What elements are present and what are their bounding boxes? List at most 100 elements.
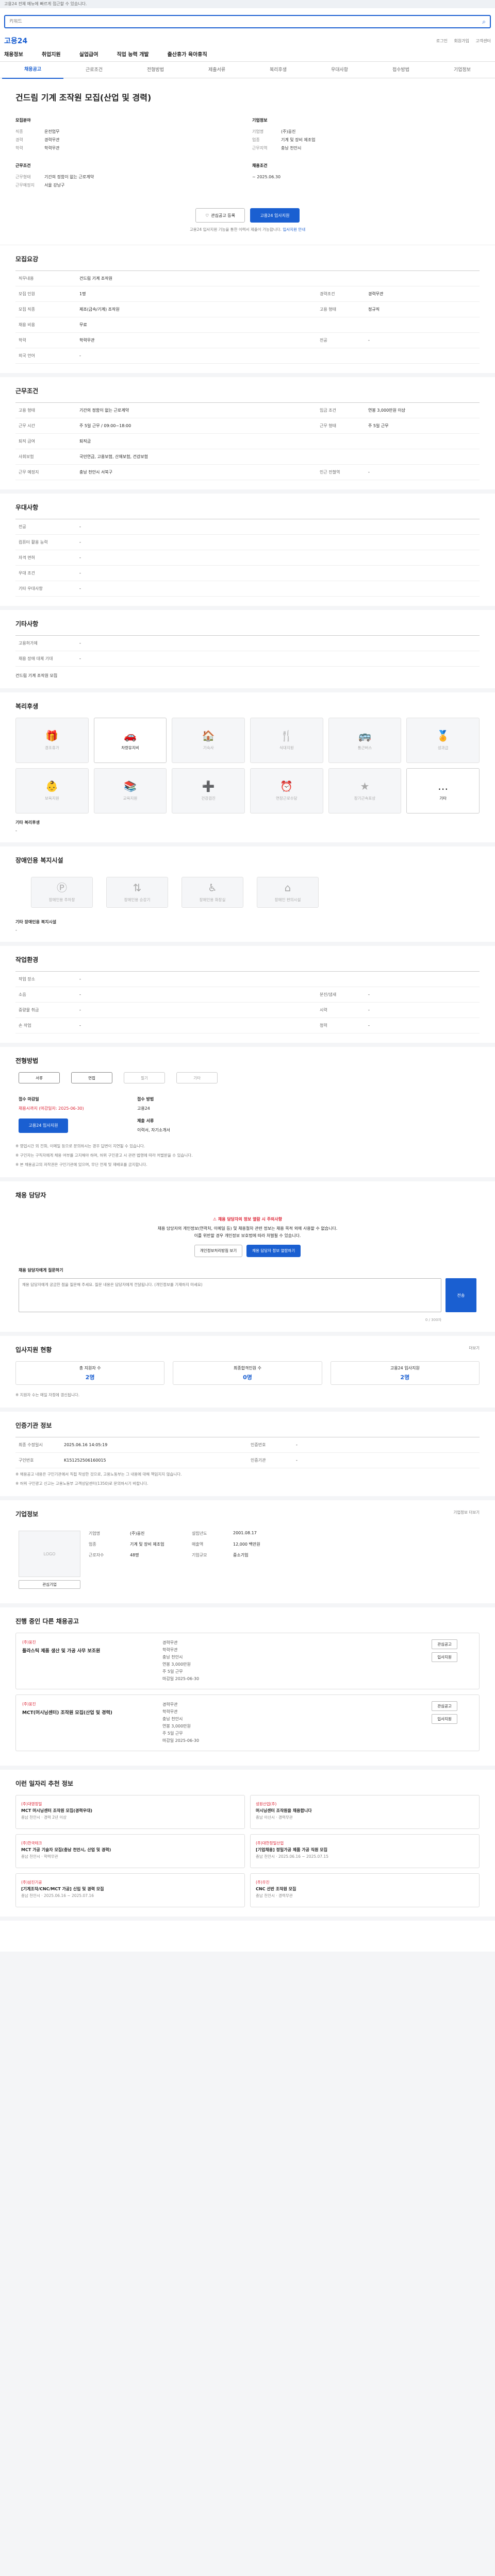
job-scrap-button[interactable]: 관심공고 bbox=[432, 1639, 457, 1649]
posting-summary: 모집분야 직종 운전업무 경력 경력무관 학력 학력무관 기업정보 기업명 (주)웅진 … bbox=[15, 116, 480, 190]
stats-more-link[interactable]: 더보기 bbox=[469, 1345, 480, 1351]
menu-vocational-training[interactable]: 직업 능력 개발 bbox=[117, 50, 148, 58]
rec-title[interactable]: 머시닝센터 조작원을 채용합니다 bbox=[256, 1807, 474, 1814]
apply-button[interactable]: 고용24 입사지원 bbox=[250, 208, 300, 223]
menu-unemployment-benefit[interactable]: 실업급여 bbox=[79, 50, 98, 58]
table-row: 채용 장애 대체 기대 - bbox=[15, 651, 480, 667]
privacy-policy-button[interactable]: 개인정보처리방침 보기 bbox=[194, 1245, 243, 1257]
tab-conditions[interactable]: 근로조건 bbox=[63, 62, 125, 78]
row-value: 무료 bbox=[79, 323, 87, 327]
job-title[interactable]: MCT(머시닝센터) 조작원 모집(산업 및 경력) bbox=[22, 1709, 156, 1716]
tab-welfare[interactable]: 복리후생 bbox=[248, 62, 309, 78]
tab-posting[interactable]: 채용공고 bbox=[2, 61, 63, 79]
welfare-item: 🚗 차량유지비 bbox=[93, 718, 167, 763]
company-value: 기계 및 장비 제조업 bbox=[130, 1542, 164, 1547]
table-row: 손 작업 - 청력 - bbox=[15, 1018, 480, 1033]
disabled-item: ⇅ 장애인용 승강기 bbox=[106, 877, 168, 908]
row-key: 고용허가제 bbox=[19, 641, 38, 646]
rec-title[interactable]: [기계조작/CNC/MCT 가공] 신입 및 경력 모집 bbox=[21, 1886, 239, 1892]
table-row: 중량물 취급 - 시력 - bbox=[15, 1003, 480, 1018]
rec-card[interactable]: (주)우진 CNC 선반 조작원 모집 충남 천안시 · 경력무관 bbox=[250, 1873, 480, 1907]
health-icon: ➕ bbox=[202, 779, 215, 792]
manager-section: 채용 담당자 ⚠ 채용 담당자의 정보 열람 시 주의사항 채용 담당자의 개인… bbox=[0, 1181, 495, 1336]
signup-link[interactable]: 회원가입 bbox=[454, 39, 469, 43]
search-box[interactable]: ⌕ bbox=[4, 15, 491, 28]
row-key: 채용 장애 대체 기대 bbox=[19, 656, 53, 661]
site-logo[interactable]: 고용24 bbox=[4, 36, 27, 46]
help-link[interactable]: 고객센터 bbox=[476, 39, 491, 43]
step-document: 서류 bbox=[19, 1072, 60, 1083]
deadline-value: 채용시까지 (마감일자: 2025-06-30) bbox=[19, 1106, 84, 1111]
login-link[interactable]: 로그인 bbox=[436, 39, 448, 43]
job-scrap-button[interactable]: 관심공고 bbox=[432, 1701, 457, 1711]
job-apply-button[interactable]: 입사지원 bbox=[432, 1714, 457, 1724]
ask-textarea[interactable] bbox=[19, 1278, 441, 1312]
tab-company[interactable]: 기업정보 bbox=[432, 62, 493, 78]
child-icon: 👶 bbox=[45, 779, 59, 792]
menu-jobs[interactable]: 채용정보 bbox=[4, 50, 23, 58]
job-card[interactable]: (주)웅진 플라스틱 제품 생산 및 가공 사무 보조원 경력무관 학력무관 충… bbox=[15, 1633, 480, 1689]
disabled-item: ♿ 장애인용 화장실 bbox=[182, 877, 243, 908]
apply-date: ~ 2025.06.30 bbox=[252, 175, 281, 179]
send-button[interactable]: 전송 bbox=[446, 1278, 476, 1312]
company-value: (주)웅진 bbox=[130, 1531, 145, 1536]
rec-title[interactable]: [기업채용] 정밀가공 제품 가공 직원 모집 bbox=[256, 1846, 474, 1853]
welfare-label: 교육지원 bbox=[123, 795, 138, 801]
row-key: 인근 전철역 bbox=[320, 470, 340, 474]
tab-selection[interactable]: 전형방법 bbox=[125, 62, 186, 78]
row-key: 고용 형태 bbox=[320, 307, 336, 312]
rec-meta: 충남 아산시 · 경력무관 bbox=[256, 1815, 293, 1820]
tab-preference[interactable]: 우대사항 bbox=[309, 62, 370, 78]
apply-now-button[interactable]: 고용24 입사지원 bbox=[19, 1118, 68, 1133]
job-company: (주)웅진 bbox=[22, 1640, 36, 1645]
rec-card[interactable]: 성원산업(주) 머시닝센터 조작원을 채용합니다 충남 아산시 · 경력무관 bbox=[250, 1795, 480, 1829]
welfare-item: ➕ 건강검진 bbox=[172, 768, 245, 814]
rec-card[interactable]: (주)대한정밀산업 [기업채용] 정밀가공 제품 가공 직원 모집 충남 천안시 ·… bbox=[250, 1834, 480, 1868]
scrap-button[interactable]: ♡ 관심공고 등록 bbox=[195, 208, 245, 223]
hero-key: 근무예정지 bbox=[15, 183, 35, 188]
row-value: 2025.06.16 14:05:19 bbox=[64, 1443, 108, 1447]
rec-title[interactable]: MCT 머시닝센터 조작원 모집(경력우대) bbox=[21, 1807, 239, 1814]
table-row: 고용 형태 기간의 정함이 없는 근로계약 임금 조건 연봉 3,000만원 이상 bbox=[15, 403, 480, 418]
company-scrap-button[interactable]: 관심기업 bbox=[19, 1580, 80, 1589]
rec-title[interactable]: CNC 선반 조작원 모집 bbox=[256, 1886, 474, 1892]
search-icon[interactable]: ⌕ bbox=[482, 18, 486, 26]
book-icon: 📚 bbox=[124, 779, 137, 792]
menu-employment-support[interactable]: 취업지원 bbox=[42, 50, 61, 58]
restroom-icon: ♿ bbox=[208, 881, 217, 894]
company-card: LOGO 관심기업 기업명 (주)웅진 설립년도 2001.08.17 업종 기계 및… bbox=[15, 1526, 480, 1594]
env-section: 작업환경 작업 장소 - 소음 - 분진/냄새 - 중량물 취급 - 시력 - 손 작업 - 청력… bbox=[0, 946, 495, 1047]
hero-key: 기업명 bbox=[252, 129, 264, 134]
tab-apply-method[interactable]: 접수방법 bbox=[370, 62, 432, 78]
row-value: 주 5일 근무 / 09:00~18:00 bbox=[79, 423, 131, 428]
row-value: - bbox=[79, 641, 81, 646]
rec-card[interactable]: (주)삼진기공 [기계조작/CNC/MCT 가공] 신입 및 경력 모집 충남 천안… bbox=[15, 1873, 245, 1907]
company-value: 12,000 백만원 bbox=[233, 1542, 260, 1547]
rec-meta: 충남 천안시 · 학력무관 bbox=[21, 1854, 58, 1859]
job-card[interactable]: (주)웅진 MCT(머시닝센터) 조작원 모집(산업 및 경력) 경력무관 학력… bbox=[15, 1694, 480, 1751]
welfare-grid: 🎁 경조휴가 🚗 차량유지비 🏠 기숙사 🍴 식대지원 🚌 통근버스 🏅 성과급 👶 보육지원… bbox=[15, 718, 480, 814]
welfare-item: 👶 보육지원 bbox=[15, 768, 89, 814]
job-meta: 경력무관 학력무관 충남 천안시 연봉 3,000만원 주 5일 근무 마감일 … bbox=[162, 1701, 410, 1744]
job-title[interactable]: 플라스틱 제품 생산 및 가공 사무 보조원 bbox=[22, 1647, 156, 1654]
tab-documents[interactable]: 제출서류 bbox=[186, 62, 248, 78]
search-input[interactable] bbox=[9, 19, 483, 24]
section-title: 기업정보 기업정보 더보기 bbox=[15, 1510, 480, 1518]
posting-header: 건드림 기계 조작원 모집(산업 및 경력) 모집분야 직종 운전업무 경력 경력무… bbox=[0, 78, 495, 245]
apply-guide-link[interactable]: 입사지원 안내 bbox=[283, 227, 305, 232]
menu-parental-leave[interactable]: 출산휴가 육아휴직 bbox=[168, 50, 207, 58]
apply-group: 채용조건 ~ 2025.06.30 bbox=[252, 162, 480, 190]
job-apply-button[interactable]: 입사지원 bbox=[432, 1652, 457, 1662]
parking-icon: Ⓟ bbox=[57, 881, 67, 894]
recruit-group: 모집분야 직종 운전업무 경력 경력무관 학력 학력무관 bbox=[15, 116, 243, 152]
row-key: 기타 우대사항 bbox=[19, 586, 43, 591]
company-more-link[interactable]: 기업정보 더보기 bbox=[453, 1510, 480, 1515]
row-key: 퇴직 급여 bbox=[19, 439, 35, 444]
rec-title[interactable]: MCT 가공 기술자 모집(충남 천안시, 산업 및 경력) bbox=[21, 1846, 239, 1853]
row-value: - bbox=[79, 977, 81, 981]
rec-card[interactable]: (주)대영정밀 MCT 머시닝센터 조작원 모집(경력우대) 충남 천안시 · 경력… bbox=[15, 1795, 245, 1829]
view-manager-button[interactable]: 채용 담당자 정보 열람하기 bbox=[246, 1245, 301, 1257]
table-row: 채용 비용 무료 bbox=[15, 317, 480, 333]
rec-card[interactable]: (주)한국테크 MCT 가공 기술자 모집(충남 천안시, 산업 및 경력) 충남 … bbox=[15, 1834, 245, 1868]
hero-key: 학력 bbox=[15, 146, 23, 150]
